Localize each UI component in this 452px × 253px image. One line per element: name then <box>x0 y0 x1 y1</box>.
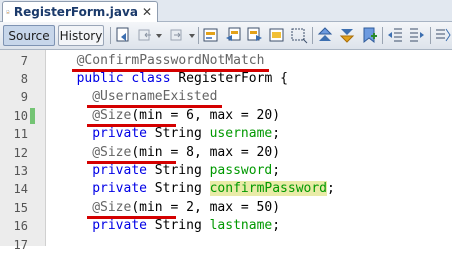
code-token: String <box>146 162 210 178</box>
java-file-icon <box>6 10 10 14</box>
red-underline-mark <box>71 68 270 72</box>
tab-title: RegisterForm.java <box>13 5 138 19</box>
code-text: private String confirmPassword; <box>92 181 335 197</box>
editor-toolbar: Source History <box>0 22 452 50</box>
line-number[interactable]: 17 <box>0 237 28 253</box>
code-token: ; <box>272 162 281 178</box>
code-text: @Size(min = 8, max = 20) <box>92 145 280 161</box>
close-tab-icon[interactable]: ✕ <box>142 5 152 19</box>
code-line[interactable]: 7 @ConfirmPasswordNotMatch <box>0 53 452 69</box>
code-text: @Size(min = 6, max = 20) <box>92 108 280 124</box>
code-token: String <box>146 218 210 234</box>
code-token: ; <box>272 126 281 142</box>
field-name-token: confirmPassword <box>209 181 328 197</box>
annotation-token: @Size <box>92 107 132 123</box>
field-name-token: password <box>209 162 273 178</box>
code-token: String <box>146 126 210 142</box>
previous-bookmark-icon[interactable] <box>316 26 334 44</box>
toolbar-separator <box>110 27 111 44</box>
line-number[interactable]: 7 <box>0 53 28 69</box>
line-number[interactable]: 10 <box>0 108 28 124</box>
forward-dropdown-icon[interactable] <box>189 34 195 38</box>
line-number[interactable]: 11 <box>0 126 28 142</box>
red-underline-mark <box>87 123 177 127</box>
keyword-token: public <box>76 70 124 86</box>
code-line[interactable]: 10 @Size(min = 6, max = 20) <box>0 107 452 124</box>
next-bookmark-icon[interactable] <box>338 26 356 44</box>
code-line[interactable]: 14 private String confirmPassword; <box>0 181 452 197</box>
toggle-bookmark-icon[interactable] <box>360 26 378 44</box>
code-line[interactable]: 11 private String username; <box>0 126 452 142</box>
code-line[interactable]: 17 <box>0 237 452 253</box>
line-number[interactable]: 13 <box>0 163 28 179</box>
code-text: private String password; <box>92 163 280 179</box>
code-line[interactable]: 15 @Size(min = 2, max = 50) <box>0 200 452 216</box>
code-text: @Size(min = 2, max = 50) <box>92 200 280 216</box>
code-text: public class RegisterForm { <box>77 71 288 87</box>
code-token: ; <box>272 218 281 234</box>
toggle-highlight-icon[interactable] <box>268 26 286 44</box>
find-previous-icon[interactable] <box>224 26 242 44</box>
annotation-token: @ConfirmPasswordNotMatch <box>76 52 265 68</box>
code-text: private String lastname; <box>92 218 280 234</box>
forward-icon[interactable] <box>168 26 186 44</box>
source-view-button[interactable]: Source <box>3 25 55 46</box>
code-token: (min = 8, max = 20) <box>131 144 281 160</box>
toolbar-separator <box>430 27 431 44</box>
code-token: (min = 6, max = 20) <box>131 107 281 123</box>
code-line[interactable]: 13 private String password; <box>0 163 452 179</box>
annotation-token: @Size <box>92 144 132 160</box>
annotation-token: @UsernameExisted <box>92 89 218 105</box>
code-text: @ConfirmPasswordNotMatch <box>77 53 265 69</box>
keyword-token: private <box>92 181 147 197</box>
code-token: String <box>146 181 210 197</box>
red-underline-mark <box>87 160 177 164</box>
back-dropdown-icon[interactable] <box>156 34 162 38</box>
find-next-icon[interactable] <box>246 26 264 44</box>
last-edit-icon[interactable] <box>114 26 132 44</box>
code-token: (min = 2, max = 50) <box>131 199 281 215</box>
code-text: private String username; <box>92 126 280 142</box>
code-token: RegisterForm { <box>170 70 288 86</box>
tab-registerform-java[interactable]: RegisterForm.java ✕ <box>2 1 158 22</box>
line-number[interactable]: 15 <box>0 200 28 216</box>
shift-right-icon[interactable] <box>408 26 426 44</box>
toolbar-separator <box>198 27 199 44</box>
toolbar-separator <box>382 27 383 44</box>
code-text: @UsernameExisted <box>92 89 217 105</box>
code-line[interactable]: 9 @UsernameExisted <box>0 89 452 105</box>
line-number[interactable]: 9 <box>0 89 28 105</box>
red-underline-mark <box>87 215 177 219</box>
red-underline-mark <box>87 105 223 109</box>
find-selection-icon[interactable] <box>202 26 220 44</box>
change-marker <box>30 107 35 124</box>
line-number[interactable]: 16 <box>0 218 28 234</box>
rectangular-selection-icon[interactable] <box>290 26 308 44</box>
field-name-token: username <box>209 126 273 142</box>
toolbar-separator <box>312 27 313 44</box>
keyword-token: private <box>92 162 147 178</box>
comment-icon[interactable] <box>434 26 452 44</box>
line-number[interactable]: 14 <box>0 181 28 197</box>
annotation-token: @Size <box>92 199 132 215</box>
editor-tab-bar: RegisterForm.java ✕ <box>0 0 452 22</box>
code-line[interactable]: 16 private String lastname; <box>0 218 452 234</box>
code-editor[interactable]: 7 @ConfirmPasswordNotMatch 8 public class R… <box>0 50 452 252</box>
line-number[interactable]: 8 <box>0 71 28 87</box>
keyword-token: private <box>92 126 147 142</box>
keyword-token: class <box>131 70 171 86</box>
back-icon[interactable] <box>136 26 154 44</box>
shift-left-icon[interactable] <box>386 26 404 44</box>
line-number[interactable]: 12 <box>0 145 28 161</box>
field-name-token: lastname <box>209 218 273 234</box>
code-line[interactable]: 8 public class RegisterForm { <box>0 71 452 87</box>
code-token: ; <box>327 181 335 197</box>
code-line[interactable]: 12 @Size(min = 8, max = 20) <box>0 145 452 161</box>
history-view-button[interactable]: History <box>58 25 104 46</box>
keyword-token: private <box>92 218 147 234</box>
